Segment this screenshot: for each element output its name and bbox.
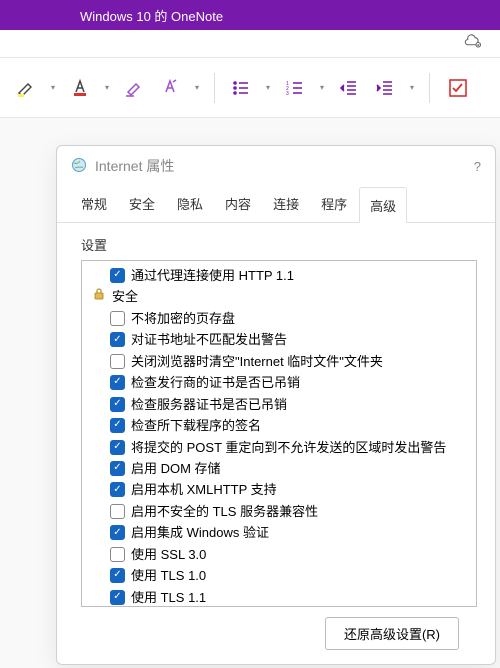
checkbox[interactable] <box>110 547 125 562</box>
settings-checkbox-item[interactable]: 使用 SSL 3.0 <box>88 544 470 565</box>
settings-checkbox-item[interactable]: ✓ 检查所下载程序的签名 <box>88 415 470 436</box>
separator <box>214 73 215 103</box>
tab-连接[interactable]: 连接 <box>263 186 309 222</box>
group-label: 安全 <box>112 286 138 307</box>
checkbox-label: 检查发行商的证书是否已吊销 <box>131 372 300 393</box>
checkbox-label: 检查所下载程序的签名 <box>131 415 261 436</box>
settings-checkbox-item[interactable]: ✓ 启用本机 XMLHTTP 支持 <box>88 479 470 500</box>
ribbon-toolbar: ▾ ▾ ▾ ▾ 123 ▾ ▾ <box>0 58 500 118</box>
checkbox[interactable] <box>110 354 125 369</box>
outdent-icon[interactable] <box>333 72 365 104</box>
tab-程序[interactable]: 程序 <box>311 186 357 222</box>
cloud-sync-icon[interactable] <box>464 32 482 55</box>
globe-icon <box>71 157 87 176</box>
checkbox[interactable] <box>110 311 125 326</box>
checkbox[interactable]: ✓ <box>110 461 125 476</box>
bullet-list-icon[interactable] <box>225 72 257 104</box>
dropdown-icon[interactable]: ▾ <box>190 83 204 92</box>
clear-format-icon[interactable] <box>118 72 150 104</box>
settings-checkbox-item[interactable]: ✓ 启用集成 Windows 验证 <box>88 522 470 543</box>
checkbox[interactable] <box>110 504 125 519</box>
dropdown-icon[interactable]: ▾ <box>100 83 114 92</box>
settings-checkbox-item[interactable]: ✓ 启用 DOM 存储 <box>88 458 470 479</box>
settings-checkbox-item[interactable]: ✓ 检查服务器证书是否已吊销 <box>88 394 470 415</box>
dialog-titlebar: Internet 属性 ? <box>57 146 495 186</box>
sync-bar <box>0 30 500 58</box>
settings-checkbox-item[interactable]: ✓ 通过代理连接使用 HTTP 1.1 <box>88 265 470 286</box>
settings-checkbox-item[interactable]: ✓ 对证书地址不匹配发出警告 <box>88 329 470 350</box>
text-highlight-icon[interactable] <box>154 72 186 104</box>
checkbox-label: 检查服务器证书是否已吊销 <box>131 394 287 415</box>
highlight-yellow-icon[interactable] <box>10 72 42 104</box>
tab-安全[interactable]: 安全 <box>119 186 165 222</box>
checkbox[interactable]: ✓ <box>110 332 125 347</box>
dropdown-icon[interactable]: ▾ <box>315 83 329 92</box>
tab-高级[interactable]: 高级 <box>359 187 407 223</box>
tab-常规[interactable]: 常规 <box>71 186 117 222</box>
numbered-list-icon[interactable]: 123 <box>279 72 311 104</box>
dialog-tabs: 常规安全隐私内容连接程序高级 <box>57 186 495 223</box>
checkbox-label: 使用 SSL 3.0 <box>131 544 206 565</box>
dropdown-icon[interactable]: ▾ <box>46 83 60 92</box>
settings-group: 安全 <box>88 286 470 307</box>
settings-checkbox-item[interactable]: ✓ 检查发行商的证书是否已吊销 <box>88 372 470 393</box>
todo-tag-icon[interactable] <box>440 72 476 104</box>
tab-内容[interactable]: 内容 <box>215 186 261 222</box>
checkbox-label: 关闭浏览器时清空"Internet 临时文件"文件夹 <box>131 351 383 372</box>
dropdown-icon[interactable]: ▾ <box>405 83 419 92</box>
checkbox-label: 使用 TLS 1.1 <box>131 587 206 607</box>
checkbox-label: 启用本机 XMLHTTP 支持 <box>131 479 277 500</box>
svg-text:3: 3 <box>286 91 289 97</box>
checkbox-label: 使用 TLS 1.0 <box>131 565 206 586</box>
lock-icon <box>92 286 106 300</box>
app-title: Windows 10 的 OneNote <box>80 6 223 25</box>
tab-隐私[interactable]: 隐私 <box>167 186 213 222</box>
settings-checkbox-item[interactable]: 关闭浏览器时清空"Internet 临时文件"文件夹 <box>88 351 470 372</box>
checkbox[interactable]: ✓ <box>110 268 125 283</box>
checkbox[interactable]: ✓ <box>110 440 125 455</box>
internet-properties-dialog: Internet 属性 ? 常规安全隐私内容连接程序高级 设置 ✓通过代理连接使… <box>56 145 496 665</box>
settings-listbox[interactable]: ✓ 通过代理连接使用 HTTP 1.1安全不将加密的页存盘 ✓ 对证书地址不匹配发出警… <box>81 260 477 607</box>
settings-checkbox-item[interactable]: ✓ 使用 TLS 1.0 <box>88 565 470 586</box>
dropdown-icon[interactable]: ▾ <box>261 83 275 92</box>
dialog-footer: 还原高级设置(R) <box>81 607 477 650</box>
settings-checkbox-item[interactable]: ✓ 将提交的 POST 重定向到不允许发送的区域时发出警告 <box>88 437 470 458</box>
settings-label: 设置 <box>81 235 477 254</box>
restore-defaults-button[interactable]: 还原高级设置(R) <box>325 617 459 650</box>
checkbox[interactable]: ✓ <box>110 482 125 497</box>
settings-checkbox-item[interactable]: 不将加密的页存盘 <box>88 308 470 329</box>
checkbox-label: 对证书地址不匹配发出警告 <box>131 329 287 350</box>
settings-checkbox-item[interactable]: ✓ 使用 TLS 1.1 <box>88 587 470 607</box>
checkbox-label: 通过代理连接使用 HTTP 1.1 <box>131 265 294 286</box>
checkbox[interactable]: ✓ <box>110 590 125 605</box>
app-titlebar: Windows 10 的 OneNote <box>0 0 500 30</box>
dialog-title: Internet 属性 <box>95 156 174 176</box>
checkbox-label: 将提交的 POST 重定向到不允许发送的区域时发出警告 <box>131 437 446 458</box>
checkbox[interactable]: ✓ <box>110 525 125 540</box>
settings-checkbox-item[interactable]: 启用不安全的 TLS 服务器兼容性 <box>88 501 470 522</box>
checkbox-label: 启用 DOM 存储 <box>131 458 221 479</box>
checkbox[interactable]: ✓ <box>110 418 125 433</box>
separator <box>429 73 430 103</box>
checkbox-label: 不将加密的页存盘 <box>131 308 235 329</box>
help-icon[interactable]: ? <box>474 159 481 174</box>
indent-icon[interactable] <box>369 72 401 104</box>
advanced-panel: 设置 ✓ 通过代理连接使用 HTTP 1.1安全不将加密的页存盘 ✓ 对证书地址不匹配… <box>57 223 495 664</box>
checkbox-label: 启用不安全的 TLS 服务器兼容性 <box>131 501 318 522</box>
checkbox[interactable]: ✓ <box>110 375 125 390</box>
font-color-icon[interactable] <box>64 72 96 104</box>
checkbox-label: 启用集成 Windows 验证 <box>131 522 269 543</box>
checkbox[interactable]: ✓ <box>110 568 125 583</box>
checkbox[interactable]: ✓ <box>110 397 125 412</box>
